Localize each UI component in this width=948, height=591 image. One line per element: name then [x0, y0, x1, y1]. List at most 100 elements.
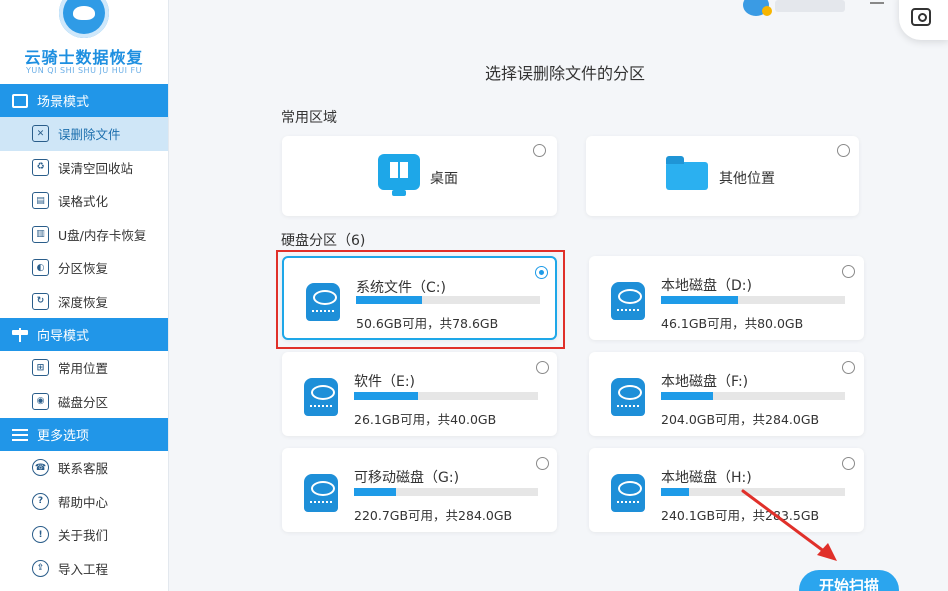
- partition-name: 可移动磁盘（G:): [354, 470, 460, 486]
- scan-icon: [911, 8, 931, 26]
- format-disk-icon: ▤: [32, 192, 49, 210]
- usage-fill: [661, 296, 739, 304]
- common-location-icon: ⊞: [32, 359, 49, 377]
- desktop-windows-icon: [378, 154, 420, 196]
- location-name: 桌面: [430, 171, 458, 187]
- partition-size: 220.7GB可用，共284.0GB: [354, 508, 513, 523]
- partition-card-f[interactable]: 本地磁盘（F:) 204.0GB可用，共284.0GB: [589, 352, 864, 436]
- sidebar-item-format[interactable]: ▤ 误格式化: [0, 184, 168, 218]
- user-avatar[interactable]: [743, 0, 772, 16]
- radio-partition-h[interactable]: [842, 457, 855, 470]
- sidebar-item-import[interactable]: ⇪ 导入工程: [0, 552, 168, 586]
- radio-other-location[interactable]: [837, 144, 850, 157]
- sidebar-item-label: 磁盘分区: [58, 394, 109, 410]
- screen-icon: [12, 93, 28, 108]
- app-subtitle: YUN QI SHI SHU JU HUI FU: [26, 66, 142, 75]
- disk-partition-icon: ◉: [32, 392, 49, 410]
- hard-drive-icon: [304, 474, 338, 512]
- page-title: 选择误删除文件的分区: [485, 64, 646, 83]
- sidebar-item-recycle-bin[interactable]: ♻ 误清空回收站: [0, 151, 168, 185]
- knight-logo-icon: [59, 0, 109, 38]
- sidebar-item-label: 分区恢复: [58, 261, 109, 277]
- partition-card-g[interactable]: 可移动磁盘（G:) 220.7GB可用，共284.0GB: [282, 448, 557, 532]
- location-name: 其他位置: [719, 171, 775, 187]
- usage-fill: [661, 488, 689, 496]
- partitions-label: 硬盘分区（6): [281, 233, 366, 249]
- section-guide-mode: 向导模式: [0, 318, 168, 351]
- hard-drive-icon: [304, 378, 338, 416]
- usage-fill: [661, 392, 713, 400]
- usage-bar: [661, 392, 845, 400]
- deep-recover-icon: ↻: [32, 292, 49, 310]
- start-scan-button[interactable]: 开始扫描: [799, 570, 899, 591]
- partition-name: 本地磁盘（H:): [661, 470, 752, 486]
- sidebar-item-disk-partition[interactable]: ◉ 磁盘分区: [0, 385, 168, 419]
- radio-desktop[interactable]: [533, 144, 546, 157]
- sidebar-item-help[interactable]: ? 帮助中心: [0, 485, 168, 519]
- sidebar-item-deep-recovery[interactable]: ↻ 深度恢复: [0, 285, 168, 319]
- help-icon: ?: [32, 492, 49, 510]
- partition-card-d[interactable]: 本地磁盘（D:) 46.1GB可用，共80.0GB: [589, 256, 864, 340]
- sidebar-item-label: 深度恢复: [58, 294, 109, 310]
- partition-size: 46.1GB可用，共80.0GB: [661, 316, 804, 331]
- sidebar-item-label: 误清空回收站: [58, 160, 134, 176]
- sidebar-item-support[interactable]: ☎ 联系客服: [0, 451, 168, 485]
- deleted-file-icon: ✕: [32, 125, 49, 143]
- location-card-other[interactable]: 其他位置: [586, 136, 859, 216]
- radio-partition-g[interactable]: [536, 457, 549, 470]
- partition-name: 本地磁盘（D:): [661, 278, 752, 294]
- support-icon: ☎: [32, 459, 49, 477]
- usb-card-icon: ▥: [32, 225, 49, 243]
- usage-bar: [661, 296, 845, 304]
- sidebar-item-label: U盘/内存卡恢复: [58, 227, 147, 243]
- import-icon: ⇪: [32, 559, 49, 577]
- app-title: 云骑士数据恢复: [24, 48, 144, 67]
- usage-bar: [354, 488, 538, 496]
- recycle-bin-icon: ♻: [32, 158, 49, 176]
- radio-partition-d[interactable]: [842, 265, 855, 278]
- radio-partition-e[interactable]: [536, 361, 549, 374]
- sidebar-item-common-location[interactable]: ⊞ 常用位置: [0, 351, 168, 385]
- sidebar-item-about[interactable]: ! 关于我们: [0, 518, 168, 552]
- sidebar-item-label: 联系客服: [58, 461, 109, 477]
- usage-fill: [354, 392, 419, 400]
- section-label: 场景模式: [37, 95, 90, 110]
- sidebar-item-label: 误格式化: [58, 194, 109, 210]
- partition-size: 26.1GB可用，共40.0GB: [354, 412, 497, 427]
- signpost-icon: [12, 327, 28, 342]
- section-scene-mode: 场景模式: [0, 84, 168, 117]
- annotation-arrow-icon: [741, 489, 837, 561]
- section-label: 向导模式: [37, 329, 90, 344]
- section-label: 更多选项: [37, 429, 90, 444]
- partition-size: 204.0GB可用，共284.0GB: [661, 412, 820, 427]
- partition-name: 软件（E:): [354, 374, 416, 390]
- menu-icon: [12, 428, 28, 441]
- section-more-options: 更多选项: [0, 418, 168, 451]
- sidebar-item-label: 导入工程: [58, 561, 109, 577]
- logo: 云骑士数据恢复 YUN QI SHI SHU JU HUI FU: [0, 0, 168, 84]
- annotation-highlight-box: [276, 250, 565, 349]
- common-area-label: 常用区域: [281, 110, 337, 126]
- partition-card-e[interactable]: 软件（E:) 26.1GB可用，共40.0GB: [282, 352, 557, 436]
- sidebar-item-label: 误删除文件: [58, 127, 121, 143]
- hard-drive-icon: [611, 378, 645, 416]
- sidebar: 云骑士数据恢复 YUN QI SHI SHU JU HUI FU 场景模式 ✕ …: [0, 0, 169, 591]
- radio-partition-f[interactable]: [842, 361, 855, 374]
- sidebar-item-usb-card[interactable]: ▥ U盘/内存卡恢复: [0, 218, 168, 252]
- sidebar-item-label: 帮助中心: [58, 494, 109, 510]
- screenshot-scan-button[interactable]: [899, 0, 948, 40]
- folder-icon: [666, 156, 708, 190]
- location-card-desktop[interactable]: 桌面: [282, 136, 557, 216]
- hard-drive-icon: [611, 282, 645, 320]
- usage-bar: [354, 392, 538, 400]
- sidebar-item-deleted-files[interactable]: ✕ 误删除文件: [0, 117, 168, 151]
- sidebar-item-label: 关于我们: [58, 528, 109, 544]
- usage-fill: [354, 488, 397, 496]
- partition-icon: ◐: [32, 259, 49, 277]
- partition-name: 本地磁盘（F:): [661, 374, 749, 390]
- sidebar-item-partition-recovery[interactable]: ◐ 分区恢复: [0, 251, 168, 285]
- sidebar-item-label: 常用位置: [58, 361, 109, 377]
- hard-drive-icon: [611, 474, 645, 512]
- minimize-icon[interactable]: [870, 2, 884, 4]
- username-blurred: [775, 0, 845, 12]
